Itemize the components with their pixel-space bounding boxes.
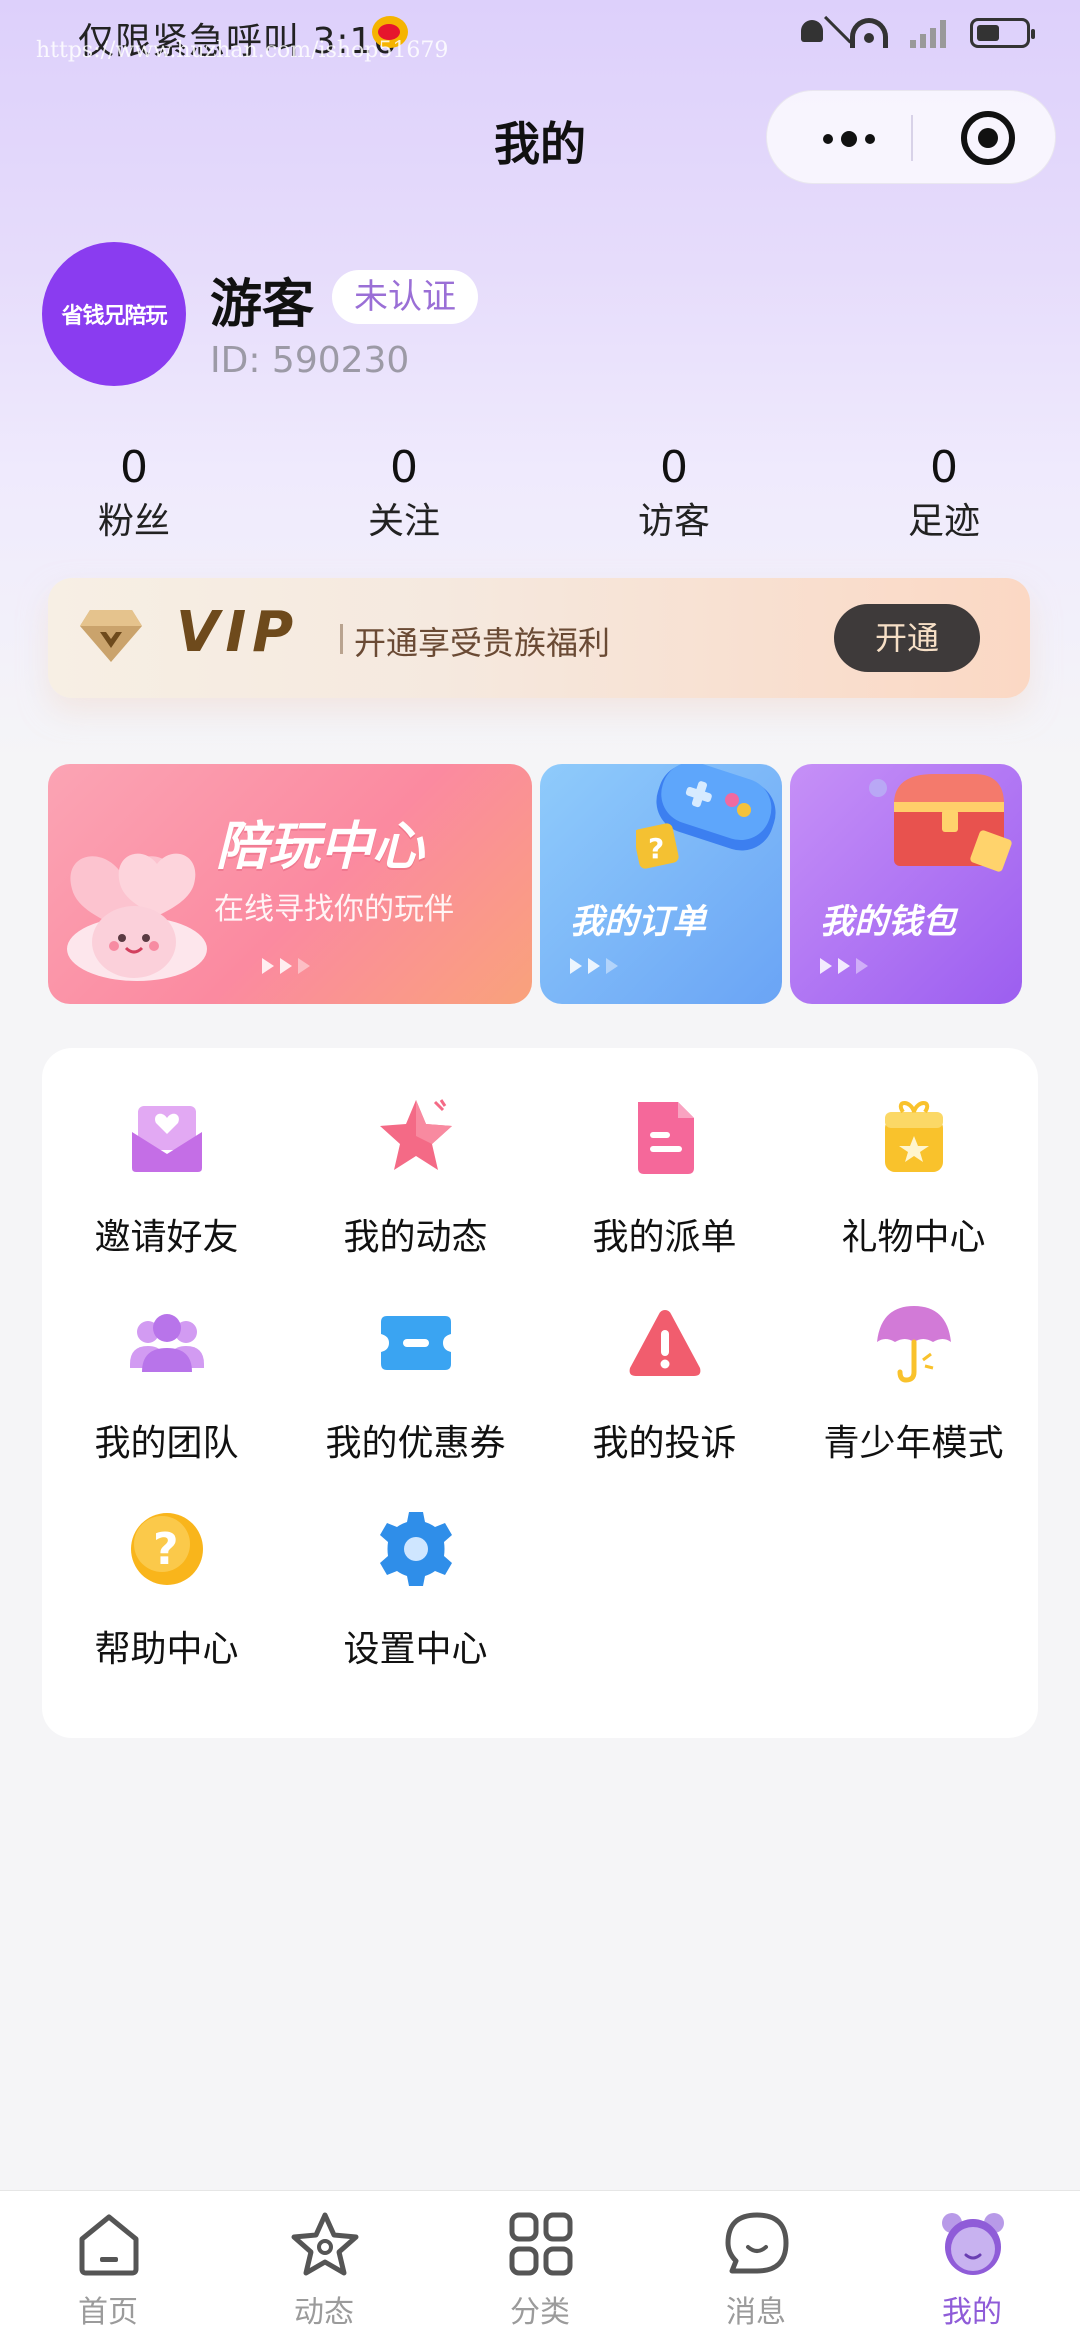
menu-item-my-complaints[interactable]: 我的投诉 [540, 1254, 789, 1464]
menu-item-my-coupons[interactable]: 我的优惠券 [291, 1254, 540, 1464]
stat-value: 0 [120, 442, 148, 493]
banner-title: 我的订单 [570, 902, 706, 942]
menu-label: 帮助中心 [94, 1629, 239, 1670]
arrow-dots-icon [570, 958, 618, 974]
menu-item-gift-center[interactable]: 礼物中心 [789, 1048, 1038, 1258]
avatar-text: 省钱兄陪玩 [61, 304, 167, 329]
vip-description: 开通享受贵族福利 [354, 624, 611, 662]
svg-text:?: ? [153, 1524, 179, 1575]
tab-messages[interactable]: 消息 [648, 2191, 864, 2340]
arrow-dots-icon [262, 958, 310, 974]
mini-program-capsule [766, 90, 1056, 184]
capsule-divider [911, 115, 913, 161]
banner-title: 陪玩中心 [216, 817, 425, 877]
tab-feed[interactable]: 动态 [216, 2191, 432, 2340]
menu-item-invite-friends[interactable]: 邀请好友 [42, 1048, 291, 1258]
menu-item-help-center[interactable]: ? 帮助中心 [42, 1460, 291, 1670]
bear-icon [942, 2213, 1004, 2275]
menu-card: 邀请好友 我的动态 我的派单 礼物中心 我的团队 我的优惠券 我的投诉 青少年模… [42, 1048, 1038, 1738]
grid-icon [509, 2212, 573, 2276]
umbrella-icon [877, 1306, 951, 1383]
gift-icon [885, 1101, 943, 1172]
gear-icon [380, 1512, 452, 1586]
tab-label: 动态 [294, 2295, 354, 2330]
status-bar: 仅限紧急呼叫 3:16 https://www.huzhan.com/ishop… [0, 0, 1080, 72]
stat-following[interactable]: 0 关注 [304, 440, 504, 548]
vip-divider [340, 624, 343, 654]
menu-label: 我的投诉 [592, 1423, 737, 1464]
star-outline-icon [291, 2212, 359, 2276]
diamond-icon [80, 610, 142, 662]
tab-home[interactable]: 首页 [0, 2191, 216, 2340]
avatar[interactable]: 省钱兄陪玩 [42, 242, 186, 386]
stat-label: 足迹 [907, 501, 980, 542]
heart-cloud-icon [67, 853, 207, 981]
menu-item-teen-mode[interactable]: 青少年模式 [789, 1254, 1038, 1464]
menu-item-settings-center[interactable]: 设置中心 [291, 1460, 540, 1670]
stat-fans[interactable]: 0 粉丝 [34, 440, 234, 548]
user-id: ID: 590230 [210, 340, 410, 381]
menu-label: 礼物中心 [841, 1217, 986, 1258]
verify-badge[interactable]: 未认证 [332, 270, 478, 324]
home-icon [79, 2214, 139, 2276]
mute-bell-icon [796, 16, 828, 50]
companion-center-banner[interactable]: 陪玩中心 在线寻找你的玩伴 [48, 764, 532, 1004]
stat-footprints[interactable]: 0 足迹 [844, 440, 1044, 548]
my-wallet-banner[interactable]: 我的钱包 [790, 764, 1022, 1004]
vip-word: VIP [176, 600, 300, 665]
menu-item-my-dispatch[interactable]: 我的派单 [540, 1048, 789, 1258]
arrow-dots-icon [820, 958, 868, 974]
stat-value: 0 [930, 442, 958, 493]
status-icons [796, 16, 1035, 50]
tab-label: 分类 [510, 2295, 570, 2330]
tab-label: 首页 [78, 2295, 138, 2330]
tab-label: 我的 [942, 2295, 1002, 2330]
stat-label: 关注 [367, 501, 440, 542]
close-target-icon[interactable] [961, 111, 1015, 165]
stat-label: 粉丝 [97, 501, 170, 542]
watermark: https://www.huzhan.com/ishop51679 [36, 38, 449, 63]
my-orders-banner[interactable]: ? 我的订单 [540, 764, 782, 1004]
tab-label: 消息 [726, 2295, 786, 2330]
stat-visitors[interactable]: 0 访客 [574, 440, 774, 548]
vip-open-button[interactable]: 开通 [834, 604, 980, 672]
tab-categories[interactable]: 分类 [432, 2191, 648, 2340]
signal-icon [910, 18, 948, 48]
banner-title: 我的钱包 [820, 902, 956, 942]
more-icon[interactable] [809, 119, 889, 159]
menu-label: 设置中心 [343, 1629, 488, 1670]
help-icon: ? [131, 1513, 203, 1585]
gamepad-icon: ? [636, 764, 776, 869]
chat-icon [725, 2212, 789, 2274]
treasure-chest-icon [869, 774, 1012, 872]
menu-item-my-posts[interactable]: 我的动态 [291, 1048, 540, 1258]
vip-banner[interactable]: VIP 开通享受贵族福利 开通 [48, 578, 1030, 698]
menu-label: 邀请好友 [94, 1217, 239, 1258]
menu-label: 我的团队 [94, 1423, 239, 1464]
stat-value: 0 [390, 442, 418, 493]
star-icon [380, 1099, 452, 1170]
username: 游客 [210, 275, 315, 335]
warning-icon [629, 1310, 701, 1376]
tab-mine[interactable]: 我的 [864, 2191, 1080, 2340]
menu-label: 我的动态 [343, 1217, 488, 1258]
coupon-icon [381, 1316, 451, 1370]
stats-row: 0 粉丝 0 关注 0 访客 0 足迹 [0, 440, 1080, 550]
invite-envelope-icon [132, 1106, 202, 1172]
document-icon [638, 1102, 694, 1174]
banner-subtitle: 在线寻找你的玩伴 [214, 892, 454, 927]
menu-item-my-team[interactable]: 我的团队 [42, 1254, 291, 1464]
battery-icon [970, 18, 1035, 48]
stat-value: 0 [660, 442, 688, 493]
menu-label: 青少年模式 [823, 1423, 1004, 1464]
menu-label: 我的派单 [592, 1217, 737, 1258]
menu-label: 我的优惠券 [325, 1423, 506, 1464]
team-icon [130, 1314, 204, 1372]
svg-text:?: ? [648, 832, 664, 865]
bottom-tab-bar: 首页 动态 分类 消息 我的 [0, 2190, 1080, 2340]
wifi-icon [850, 18, 888, 48]
stat-label: 访客 [637, 501, 710, 542]
